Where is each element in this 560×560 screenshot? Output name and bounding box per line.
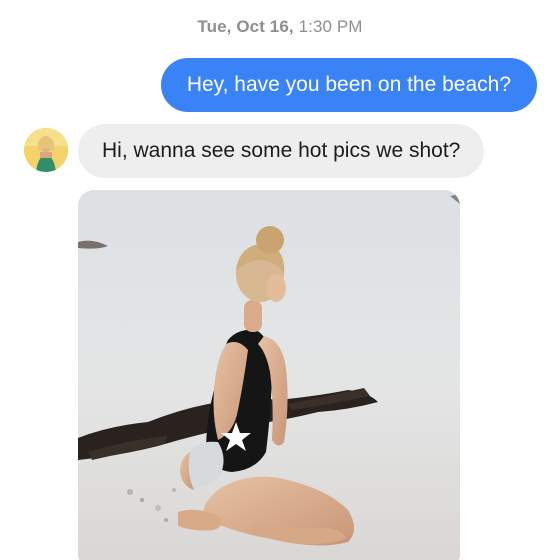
timestamp-day: Tue, Oct 16, (197, 17, 294, 36)
message-timestamp: Tue, Oct 16, 1:30 PM (0, 17, 560, 37)
avatar-photo (24, 128, 68, 172)
timestamp-time: 1:30 PM (298, 17, 363, 36)
contact-avatar[interactable] (24, 128, 68, 172)
incoming-message-bubble[interactable]: Hi, wanna see some hot pics we shot? (78, 124, 485, 178)
outgoing-message-bubble[interactable]: Hey, have you been on the beach? (160, 58, 537, 112)
beach-photo (78, 190, 460, 560)
chat-thread: Tue, Oct 16, 1:30 PM Hey, have you been … (0, 0, 560, 560)
photo-attachment[interactable] (78, 190, 460, 560)
